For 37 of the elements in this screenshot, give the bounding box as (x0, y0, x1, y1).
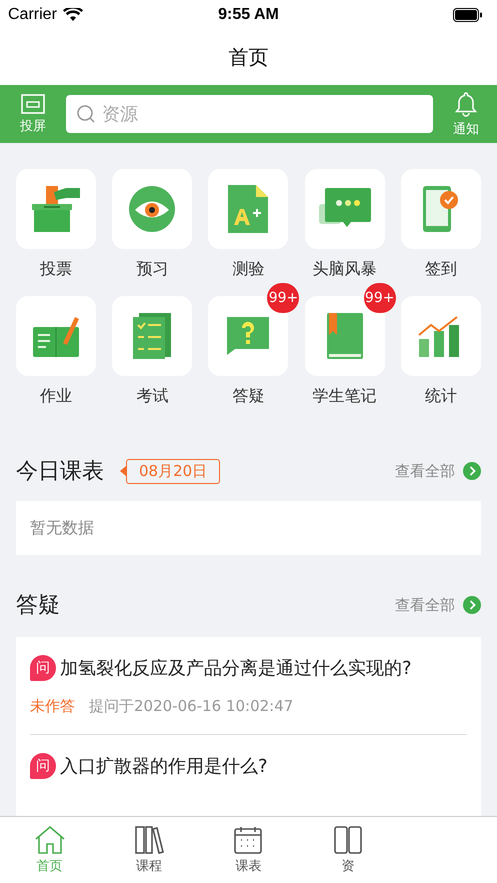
tab-item[interactable]: 资 (298, 817, 398, 883)
count-badge: 99+ (267, 283, 300, 313)
battery-icon (453, 8, 483, 22)
question-mark-badge: 问 (30, 753, 56, 779)
phone-check-icon (420, 184, 461, 234)
count-badge: 99+ (364, 283, 396, 313)
search-icon (76, 104, 96, 124)
screen-cast-icon (21, 94, 45, 114)
question-text[interactable]: 加氢裂化反应及产品分离是通过什么实现的? (60, 656, 412, 680)
home-icon (32, 825, 67, 855)
books-icon (134, 825, 164, 855)
search-field[interactable]: 资源 (66, 95, 433, 133)
empty-text: 暂无数据 (30, 518, 94, 538)
tab-item[interactable]: 课表 (198, 817, 298, 883)
status-time: 9:55 AM (218, 6, 279, 24)
question-text[interactable]: 入口扩散器的作用是什么? (60, 754, 268, 778)
answer-status: 未作答 (30, 697, 75, 716)
page-title: 首页 (228, 44, 268, 71)
tag-pointer (120, 466, 126, 476)
chevron-right-icon (463, 462, 481, 480)
date-tag: 08月20日 (126, 458, 220, 484)
chevron-right-icon (463, 596, 481, 614)
wifi-icon (62, 8, 83, 22)
carrier-label: Carrier (8, 6, 57, 24)
grade-document-icon (226, 183, 270, 235)
asked-time: 提问于2020-06-16 10:02:47 (89, 697, 294, 716)
tab-item[interactable]: 课程 (99, 817, 199, 883)
section-title: 今日课表 (16, 458, 104, 486)
section-title: 答疑 (16, 592, 60, 620)
phones-icon (332, 825, 363, 855)
checklist-icon (131, 311, 174, 361)
eye-icon (128, 185, 176, 233)
question-mark-badge: 问 (30, 655, 56, 681)
question-bubble-icon (225, 315, 272, 357)
bell-icon (455, 90, 477, 116)
calendar-icon (233, 825, 264, 855)
book-bookmark-icon (324, 311, 365, 361)
